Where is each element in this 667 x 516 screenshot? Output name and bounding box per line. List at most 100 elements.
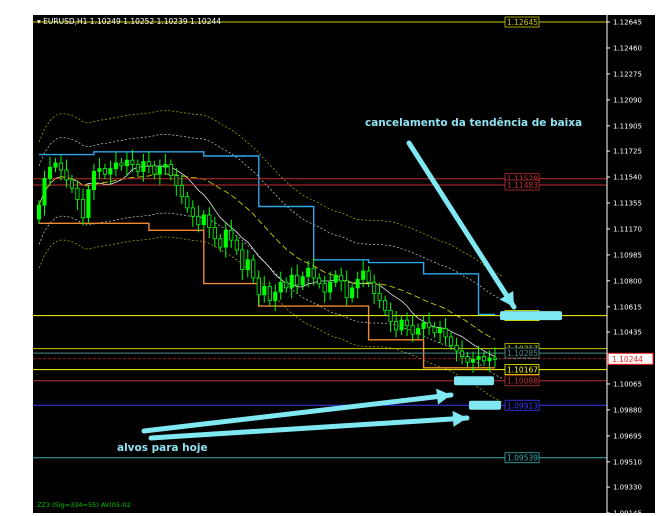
- target-highlight-bar: [454, 376, 494, 386]
- candle-body: [240, 249, 245, 271]
- candle-body: [487, 357, 492, 362]
- candle-body: [97, 168, 102, 172]
- candle-body: [361, 270, 366, 280]
- y-tick-label: 1.10615: [613, 303, 642, 311]
- candle-body: [459, 350, 465, 357]
- arrow-to-target-2-shaft: [148, 415, 470, 441]
- y-tick-label: 1.09145: [613, 510, 642, 514]
- candle-body: [234, 239, 239, 251]
- candle-body: [47, 166, 53, 179]
- y-tick-label: 1.11355: [613, 199, 642, 207]
- arrow-to-target-1-shaft: [141, 392, 454, 434]
- chart-window[interactable]: 1.126451.115281.114831.105521.103171.102…: [33, 15, 655, 513]
- candle-body: [218, 238, 223, 248]
- candle-body: [421, 322, 426, 329]
- candle-body: [465, 356, 470, 363]
- candle-body: [229, 229, 234, 241]
- candle-body: [311, 267, 316, 279]
- level-line-label: 1.10285: [507, 349, 538, 358]
- price-chart[interactable]: 1.126451.115281.114831.105521.103171.102…: [33, 15, 655, 513]
- candle-body: [190, 207, 195, 217]
- candle-body: [448, 336, 454, 346]
- candle-body: [454, 344, 459, 352]
- channel-upper-step: [39, 151, 495, 316]
- candle-body: [306, 267, 311, 278]
- y-tick-label: 1.10435: [613, 329, 642, 337]
- y-tick-label: 1.09510: [613, 458, 642, 466]
- candle-body: [207, 214, 212, 228]
- arrow-to-breakout-shaft: [406, 140, 517, 310]
- y-tick-label: 1.12090: [613, 96, 642, 104]
- dropdown-triangle-icon[interactable]: ▾: [37, 17, 41, 26]
- candle-body: [443, 328, 448, 338]
- candle-body: [174, 175, 179, 186]
- annotation-trend-cancel: cancelamento da tendência de baixa: [365, 117, 583, 129]
- y-tick-label: 1.12460: [613, 44, 642, 52]
- candle-body: [130, 159, 135, 165]
- candle-body: [278, 281, 283, 293]
- candle-body: [427, 322, 432, 328]
- candle-body: [339, 274, 344, 282]
- candle-body: [262, 286, 267, 296]
- candle-body: [75, 187, 80, 200]
- candle-body: [416, 328, 421, 335]
- candle-body: [245, 259, 250, 271]
- candle-body: [179, 185, 184, 198]
- moving-average-fast: [38, 165, 496, 357]
- arrow-to-target-2-head: [452, 410, 467, 427]
- candle-body: [388, 309, 393, 322]
- candle-body: [36, 204, 42, 220]
- candle-body: [350, 287, 355, 299]
- level-line-label: 1.10088: [507, 377, 538, 386]
- candle-body: [432, 326, 437, 334]
- y-tick-label: 1.10065: [613, 380, 642, 388]
- candle-body: [157, 166, 162, 175]
- target-highlight-bar: [469, 400, 501, 410]
- y-tick-label: 1.12645: [613, 19, 642, 27]
- arrow-to-target-1-head: [436, 388, 451, 405]
- y-tick-label: 1.09330: [613, 484, 642, 492]
- candle-body: [113, 162, 118, 170]
- candle-body: [317, 277, 322, 285]
- candle-body: [135, 163, 140, 172]
- candle-body: [322, 283, 327, 293]
- candle-body: [152, 165, 157, 175]
- candle-body: [410, 325, 415, 335]
- candle-body: [102, 168, 107, 175]
- candle-body: [64, 169, 69, 181]
- symbol-header: ▾ EURUSD,H1 1.10249 1.10252 1.10239 1.10…: [37, 17, 221, 26]
- candle-body: [53, 162, 58, 168]
- envelope-upper-band: [38, 134, 504, 301]
- candle-body: [377, 293, 382, 301]
- candle-body: [328, 281, 333, 293]
- candle-body: [256, 277, 261, 296]
- candle-body: [399, 319, 404, 331]
- y-tick-label: 1.11905: [613, 122, 642, 130]
- candle-body: [212, 227, 217, 240]
- candle-body: [295, 274, 300, 286]
- symbol-ohlc: EURUSD,H1 1.10249 1.10252 1.10239 1.1024…: [43, 17, 222, 26]
- candle-body: [476, 356, 481, 360]
- moving-average-slow: [38, 173, 496, 340]
- indicator-label: ZZ3 (Sig=334=55) AV(05-02: [37, 501, 131, 509]
- candle-body: [86, 189, 91, 219]
- candle-body: [333, 274, 338, 283]
- candle-body: [69, 179, 75, 189]
- y-tick-label: 1.10985: [613, 251, 642, 259]
- candle-body: [470, 358, 476, 363]
- candle-body: [58, 162, 64, 171]
- channel-lower-step: [39, 222, 495, 369]
- candle-body: [383, 300, 388, 311]
- candle-body: [300, 276, 305, 286]
- candle-body: [141, 161, 146, 172]
- level-line-label: 1.09913: [507, 401, 538, 410]
- candle-body: [492, 357, 498, 360]
- candle-body: [196, 215, 201, 226]
- current-price-label: 1.10244: [612, 355, 643, 364]
- candle-body: [168, 163, 173, 177]
- y-tick-label: 1.09695: [613, 432, 642, 440]
- candle-body: [201, 214, 206, 226]
- candle-body: [119, 162, 124, 167]
- candle-body: [108, 168, 113, 175]
- candle-body: [251, 259, 256, 279]
